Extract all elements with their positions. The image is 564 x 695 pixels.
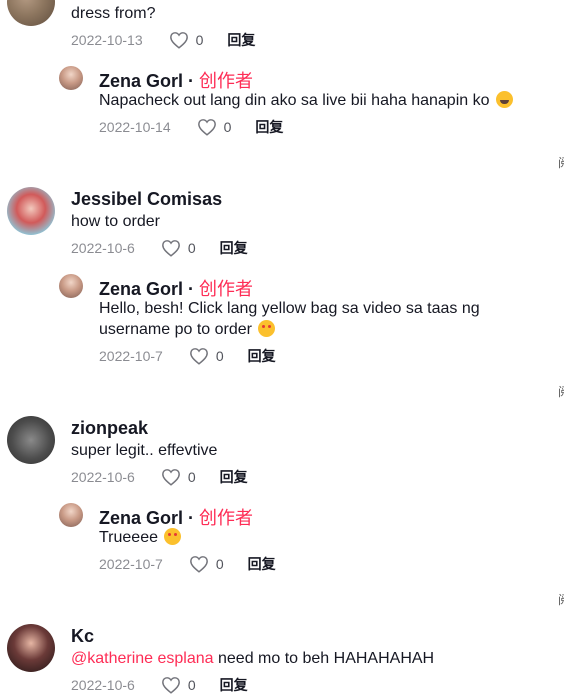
like-count: 0 (187, 240, 196, 256)
creator-avatar[interactable] (59, 274, 83, 298)
username[interactable]: Zena Gorl (99, 279, 183, 299)
like-button[interactable]: 0 (169, 31, 204, 49)
heart-outline-icon (161, 240, 180, 257)
username[interactable]: Zena Gorl (99, 71, 183, 91)
comment-username[interactable]: zionpeak (71, 418, 148, 439)
like-button[interactable]: 0 (161, 468, 196, 486)
reply-meta: 2022-10-7 0 回复 (99, 554, 276, 574)
reply-text: Trueeee (99, 527, 182, 548)
heart-outline-icon (169, 32, 188, 49)
commenter-avatar[interactable] (7, 0, 55, 26)
commenter-avatar[interactable] (7, 187, 55, 235)
reply-text-line-2: username po to order (99, 319, 276, 340)
comment-username[interactable]: Jessibel Comisas (71, 189, 222, 210)
edge-marker: 阅 (558, 383, 564, 400)
username[interactable]: Zena Gorl (99, 508, 183, 528)
commenter-avatar[interactable] (7, 624, 55, 672)
like-button[interactable]: 0 (161, 239, 196, 257)
reply-button[interactable]: 回复 (227, 30, 255, 50)
like-count: 0 (195, 32, 204, 48)
creator-avatar[interactable] (59, 66, 83, 90)
comment-date: 2022-10-13 (71, 32, 143, 48)
reply-meta: 2022-10-7 0 回复 (99, 346, 276, 366)
avatar-image-text: ​ (13, 424, 49, 430)
reply-text-body: Trueeee (99, 529, 158, 546)
heart-outline-icon (189, 348, 208, 365)
comment-text-body: need mo to beh HAHAHAHAH (213, 650, 435, 667)
edge-marker: 阅 (558, 591, 564, 608)
reply-text-body: username po to order (99, 321, 252, 338)
heart-outline-icon (161, 469, 180, 486)
reply-date: 2022-10-7 (99, 556, 163, 572)
reply-button[interactable]: 回复 (255, 117, 283, 137)
reply-button[interactable]: 回复 (220, 467, 248, 487)
comment-text: @katherine esplana need mo to beh HAHAHA… (71, 648, 434, 669)
like-count: 0 (215, 556, 224, 572)
reply-date: 2022-10-14 (99, 119, 171, 135)
smiling-face-with-hearts-icon (258, 320, 276, 337)
reply-button[interactable]: 回复 (248, 554, 276, 574)
creator-badge: 创作者 (199, 71, 254, 91)
like-count: 0 (215, 348, 224, 364)
comment-meta: 2022-10-6 0 回复 (71, 238, 248, 258)
reply-text: Napacheck out lang din ako sa live bii h… (99, 90, 513, 111)
like-button[interactable]: 0 (189, 347, 224, 365)
comment-date: 2022-10-6 (71, 240, 135, 256)
separator-dot: · (183, 279, 200, 299)
comment-date: 2022-10-6 (71, 469, 135, 485)
like-count: 0 (187, 677, 196, 693)
heart-outline-icon (161, 677, 180, 694)
reply-meta: 2022-10-14 0 回复 (99, 117, 283, 137)
comment-text: dress from? (71, 5, 156, 22)
smiling-face-with-hearts-icon (164, 528, 182, 545)
like-button[interactable]: 0 (197, 118, 232, 136)
comment-date: 2022-10-6 (71, 677, 135, 693)
reply-button[interactable]: 回复 (220, 675, 248, 695)
comment-text: super legit.. effevtive (71, 442, 218, 459)
creator-badge: 创作者 (199, 279, 254, 299)
comment-text: how to order (71, 213, 160, 230)
heart-outline-icon (197, 119, 216, 136)
separator-dot: · (183, 71, 200, 91)
creator-badge: 创作者 (199, 508, 254, 528)
comment-username[interactable]: Kc (71, 626, 94, 647)
comment-meta: 2022-10-13 0 回复 (71, 30, 255, 50)
comment-meta: 2022-10-6 0 回复 (71, 675, 248, 695)
edge-marker: 阅 (558, 154, 564, 171)
commenter-avatar[interactable]: ​ (7, 416, 55, 464)
like-button[interactable]: 0 (161, 676, 196, 694)
reply-button[interactable]: 回复 (248, 346, 276, 366)
reply-text-line-1: Hello, besh! Click lang yellow bag sa vi… (99, 300, 480, 317)
reply-button[interactable]: 回复 (220, 238, 248, 258)
mention-link[interactable]: @katherine esplana (71, 650, 214, 667)
reply-date: 2022-10-7 (99, 348, 163, 364)
separator-dot: · (183, 508, 200, 528)
comment-meta: 2022-10-6 0 回复 (71, 467, 248, 487)
like-count: 0 (223, 119, 232, 135)
reply-text-body: Napacheck out lang din ako sa live bii h… (99, 92, 490, 109)
grinning-squinting-face-icon (495, 91, 513, 108)
creator-avatar[interactable] (59, 503, 83, 527)
like-button[interactable]: 0 (189, 555, 224, 573)
like-count: 0 (187, 469, 196, 485)
heart-outline-icon (189, 556, 208, 573)
